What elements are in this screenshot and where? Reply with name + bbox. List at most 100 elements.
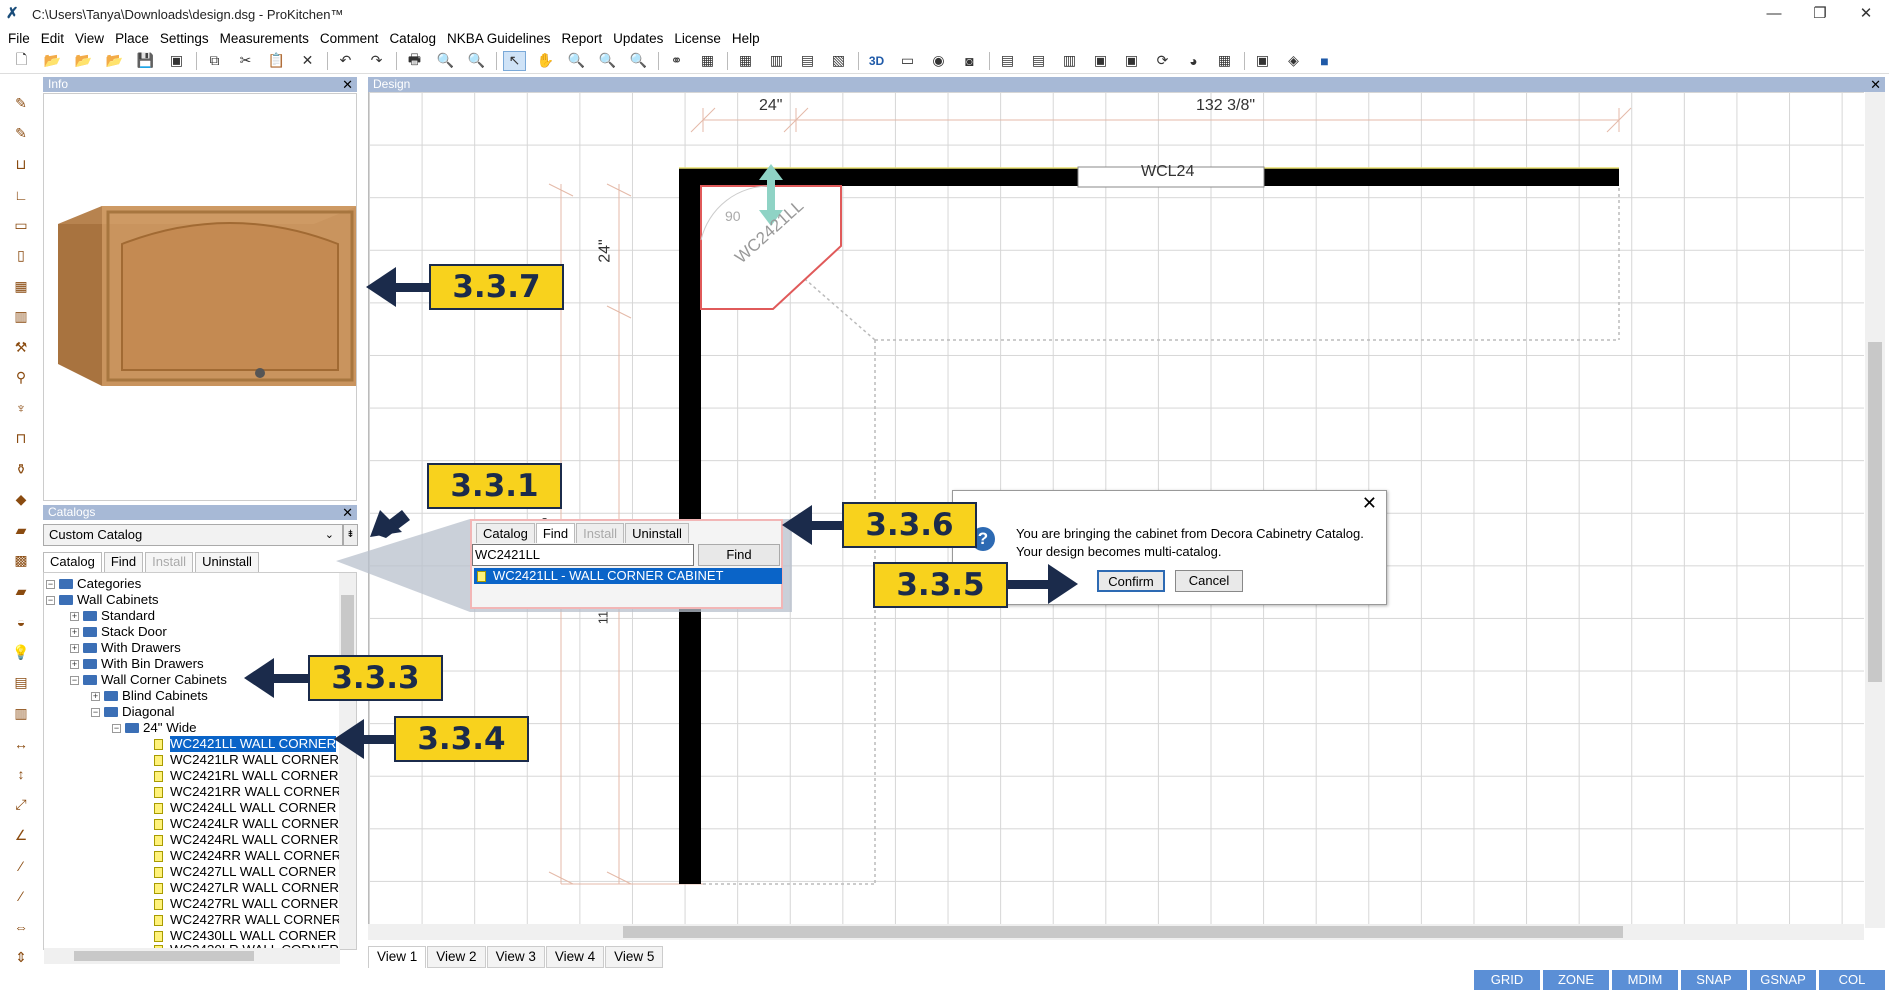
tab-view-3[interactable]: View 3 bbox=[486, 946, 545, 968]
box-icon[interactable]: ◆ bbox=[8, 487, 34, 513]
print-preview-icon[interactable]: 🔍 bbox=[434, 51, 457, 71]
cabinet-view-icon[interactable]: ▤ bbox=[796, 51, 819, 71]
collapse-icon[interactable]: − bbox=[112, 723, 121, 733]
camera-icon[interactable]: ◙ bbox=[958, 51, 981, 71]
chandelier-icon[interactable]: ♆ bbox=[8, 395, 34, 421]
tree-node-with-bin-drawers[interactable]: + With Bin Drawers bbox=[70, 656, 204, 672]
zoom-window-icon[interactable]: 🔍 bbox=[596, 51, 619, 71]
undo-icon[interactable]: ↶ bbox=[334, 51, 357, 71]
copy-icon[interactable]: ⧉ bbox=[203, 51, 226, 71]
hat-icon[interactable]: ◒ bbox=[8, 609, 34, 635]
find-search-input[interactable]: WC2421LL bbox=[472, 544, 694, 566]
report-icon[interactable]: ▤ bbox=[996, 51, 1019, 71]
tree-node-diagonal[interactable]: − Diagonal bbox=[91, 704, 175, 720]
menu-catalog[interactable]: Catalog bbox=[389, 31, 436, 46]
menu-view[interactable]: View bbox=[75, 31, 104, 46]
expand-icon[interactable]: + bbox=[91, 691, 100, 701]
tab-uninstall[interactable]: Uninstall bbox=[625, 523, 689, 543]
tile-icon[interactable]: ▩ bbox=[8, 548, 34, 574]
cut-icon[interactable]: ✂ bbox=[234, 51, 257, 71]
vase-icon[interactable]: ⚱ bbox=[8, 456, 34, 482]
find-result-item[interactable]: WC2421LL - WALL CORNER CABINET bbox=[474, 568, 782, 584]
tree-node-wall-corner-cabinets[interactable]: − Wall Corner Cabinets bbox=[70, 672, 227, 688]
window-icon[interactable]: ▦ bbox=[8, 273, 34, 299]
move-vertical-icon[interactable]: ⇕ bbox=[8, 944, 34, 970]
tree-item-wc2427rl[interactable]: WC2427RL WALL CORNER bbox=[154, 896, 338, 912]
tab-view-4[interactable]: View 4 bbox=[545, 946, 605, 968]
move-horizontal-icon[interactable]: ⇔ bbox=[8, 914, 34, 940]
tree-item-wc2427rr[interactable]: WC2427RR WALL CORNER bbox=[154, 912, 341, 928]
faucet-icon[interactable]: ⚲ bbox=[8, 365, 34, 391]
binoculars-icon[interactable]: ⚭ bbox=[665, 51, 688, 71]
molding-icon[interactable]: ▰ bbox=[8, 517, 34, 543]
zoom-icon[interactable]: 🔍 bbox=[565, 51, 588, 71]
tab-uninstall[interactable]: Uninstall bbox=[195, 552, 259, 572]
collapse-icon[interactable]: − bbox=[46, 595, 55, 605]
zoom-extents-icon[interactable]: 🔍 bbox=[627, 51, 650, 71]
status-col-button[interactable]: COL bbox=[1819, 970, 1885, 990]
scrollbar-thumb[interactable] bbox=[1868, 342, 1882, 682]
tree-vertical-scrollbar[interactable] bbox=[339, 573, 356, 949]
tree-item-wc2421lr[interactable]: WC2421LR WALL CORNER bbox=[154, 752, 339, 768]
tree-item-wc2424lr[interactable]: WC2424LR WALL CORNER bbox=[154, 816, 339, 832]
diagonal-dimension-icon[interactable]: ⤢ bbox=[8, 792, 34, 818]
menu-settings[interactable]: Settings bbox=[160, 31, 209, 46]
tree-node-standard[interactable]: + Standard bbox=[70, 608, 155, 624]
restore-button[interactable]: ❐ bbox=[1797, 0, 1843, 28]
tab-catalog[interactable]: Catalog bbox=[476, 523, 535, 543]
menu-file[interactable]: File bbox=[8, 31, 30, 46]
menu-help[interactable]: Help bbox=[732, 31, 760, 46]
select-pointer-icon[interactable]: ↖ bbox=[503, 50, 526, 71]
delete-icon[interactable]: ✕ bbox=[296, 51, 319, 71]
tree-item-wc2424ll[interactable]: WC2424LL WALL CORNER bbox=[154, 800, 336, 816]
wall-label[interactable]: WCL24 bbox=[1141, 163, 1194, 181]
u-shape-room-icon[interactable]: ⊔ bbox=[8, 151, 34, 177]
expand-icon[interactable]: + bbox=[70, 643, 79, 653]
angle-dimension-icon[interactable]: ∠ bbox=[8, 822, 34, 848]
tree-node-24-wide[interactable]: −24" Wide bbox=[112, 720, 197, 736]
appliance-icon[interactable]: ⚒ bbox=[8, 334, 34, 360]
redo-icon[interactable]: ↷ bbox=[365, 51, 388, 71]
3d-view-icon[interactable]: 3D bbox=[865, 51, 888, 71]
tab-view-5[interactable]: View 5 bbox=[605, 946, 664, 968]
status-snap-button[interactable]: SNAP bbox=[1681, 970, 1747, 990]
open-recent-icon[interactable]: 📂 bbox=[72, 51, 95, 71]
expand-icon[interactable]: + bbox=[70, 611, 79, 621]
status-gsnap-button[interactable]: GSNAP bbox=[1750, 970, 1816, 990]
grid-find-icon[interactable]: ▦ bbox=[696, 51, 719, 71]
menu-license[interactable]: License bbox=[674, 31, 721, 46]
tab-catalog[interactable]: Catalog bbox=[43, 552, 102, 572]
catalog-book-icon[interactable]: ▥ bbox=[1058, 51, 1081, 71]
menu-place[interactable]: Place bbox=[115, 31, 149, 46]
scrollbar-thumb[interactable] bbox=[341, 595, 354, 655]
confirm-button[interactable]: Confirm bbox=[1097, 570, 1165, 592]
status-zone-button[interactable]: ZONE bbox=[1543, 970, 1609, 990]
menu-updates[interactable]: Updates bbox=[613, 31, 663, 46]
open-folder-icon[interactable]: 📂 bbox=[41, 51, 64, 71]
draw-line-icon[interactable]: ✎ bbox=[8, 121, 34, 147]
tree-item-wc2424rl[interactable]: WC2424RL WALL CORNER bbox=[154, 832, 338, 848]
tree-node-with-drawers[interactable]: + With Drawers bbox=[70, 640, 181, 656]
pan-hand-icon[interactable]: ✋ bbox=[534, 51, 557, 71]
status-grid-button[interactable]: GRID bbox=[1474, 970, 1540, 990]
new-file-icon[interactable]: 🗋 bbox=[10, 51, 33, 71]
catalogs-panel-close-icon[interactable]: ✕ bbox=[342, 505, 353, 520]
export-icon[interactable]: ▣ bbox=[1251, 51, 1274, 71]
countertop-icon[interactable]: ▰ bbox=[8, 578, 34, 604]
draw-pencil-icon[interactable]: ✎ bbox=[8, 90, 34, 116]
collapse-icon[interactable]: − bbox=[91, 707, 100, 717]
menu-edit[interactable]: Edit bbox=[41, 31, 64, 46]
scrollbar-thumb[interactable] bbox=[74, 951, 254, 961]
tree-item-wc2427ll[interactable]: WC2427LL WALL CORNER bbox=[154, 864, 336, 880]
menu-comment[interactable]: Comment bbox=[320, 31, 379, 46]
save-icon[interactable]: 💾 bbox=[134, 51, 157, 71]
render-icon[interactable]: ◉ bbox=[927, 51, 950, 71]
tab-find[interactable]: Find bbox=[535, 523, 576, 543]
book-icon[interactable]: ▥ bbox=[8, 700, 34, 726]
info-panel-close-icon[interactable]: ✕ bbox=[342, 77, 353, 92]
save-blue-icon[interactable]: ■ bbox=[1313, 51, 1336, 71]
grid-icon[interactable]: ▦ bbox=[734, 51, 757, 71]
open-template-icon[interactable]: 📂 bbox=[103, 51, 126, 71]
line-tool-icon[interactable]: ⁄ bbox=[8, 853, 34, 879]
pricing-icon[interactable]: ▤ bbox=[1027, 51, 1050, 71]
